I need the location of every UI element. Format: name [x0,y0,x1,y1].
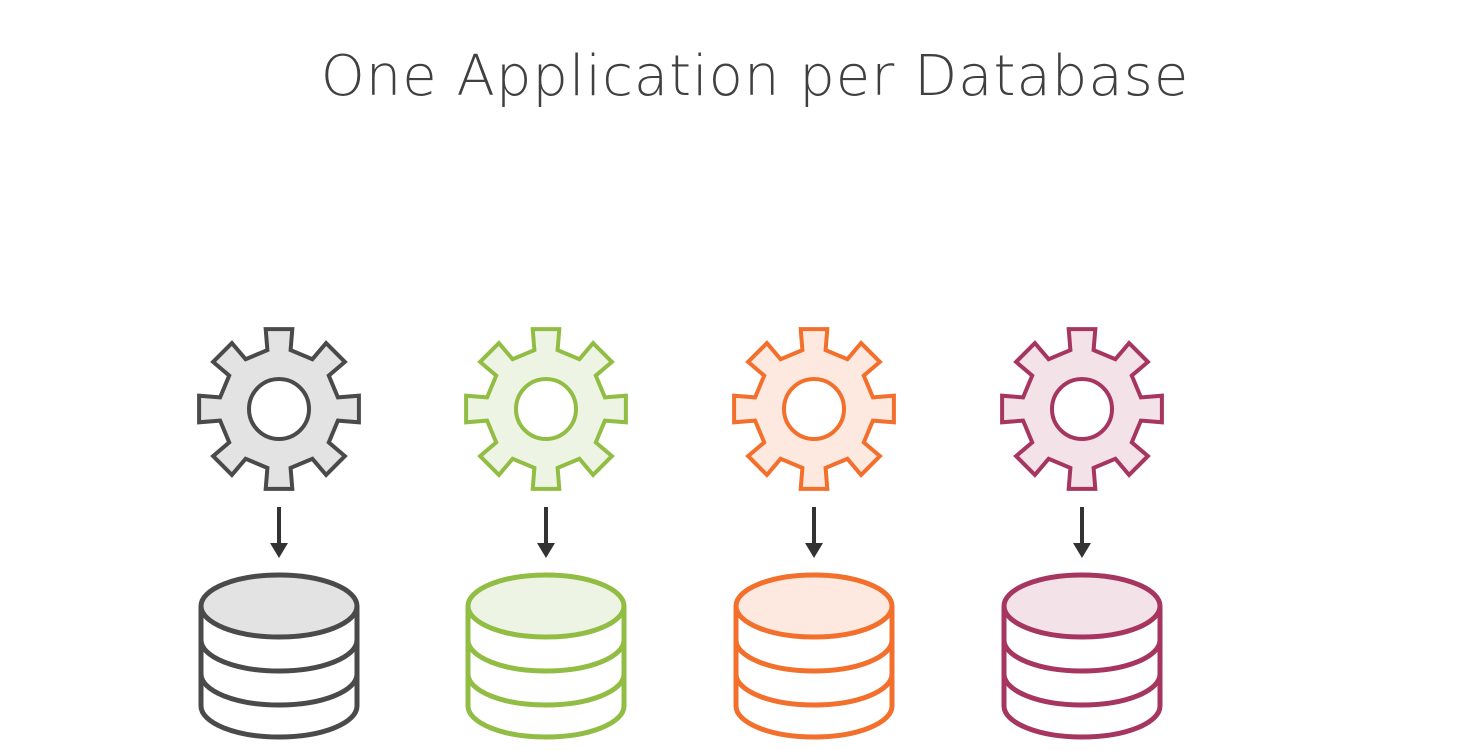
app-db-pair-3 [732,327,896,740]
arrow-down-icon [805,507,823,558]
gear-icon [732,327,896,491]
arrow-down-icon [270,507,288,558]
gear-icon [1000,327,1164,491]
database-icon [198,572,360,740]
app-db-pair-2 [464,327,628,740]
database-icon [733,572,895,740]
database-icon [465,572,627,740]
database-icon [1001,572,1163,740]
app-db-pair-1 [197,327,361,740]
app-db-pair-4 [1000,327,1164,740]
gear-icon [197,327,361,491]
arrow-down-icon [537,507,555,558]
app-database-diagram [197,327,1164,740]
arrow-down-icon [1073,507,1091,558]
gear-icon [464,327,628,491]
